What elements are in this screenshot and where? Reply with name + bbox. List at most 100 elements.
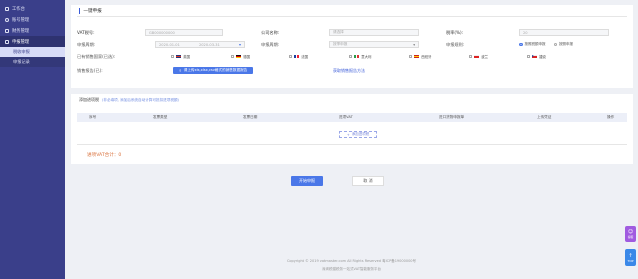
country-name: 波兰 xyxy=(481,55,488,59)
company-label: 公司名称: xyxy=(261,29,280,35)
rate-input[interactable]: 20 xyxy=(519,29,609,36)
sidebar-item-account[interactable]: 账号管理 xyxy=(0,14,65,25)
country-it[interactable]: 意大利 xyxy=(349,54,371,59)
calendar-icon: ▾ xyxy=(238,42,241,47)
czech-flag-icon xyxy=(532,54,538,59)
spain-flag-icon xyxy=(414,54,420,59)
input-tax-card: 添加进项税 (非必填项, 添加后系统自动计算可抵扣进项税额) 序号 发票类型 发… xyxy=(71,94,633,164)
france-flag-icon xyxy=(294,54,300,59)
data-label: 销售报告(已): xyxy=(77,67,103,73)
column-header[interactable]: 上传凭证 xyxy=(537,115,551,120)
company-value: 请选择 xyxy=(333,30,344,34)
checkbox[interactable] xyxy=(289,54,293,59)
country-name: 西班牙 xyxy=(421,55,432,59)
rate-row: 税率(%): 20 xyxy=(446,28,609,37)
country-name: 英国 xyxy=(183,55,190,59)
period-range[interactable]: 2020-01-01 2020-03-31 ▾ xyxy=(155,41,245,48)
download-report-link[interactable]: 获取销售报告方法 xyxy=(333,68,365,74)
declare-icon xyxy=(5,39,9,44)
sidebar-item-label: 账号管理 xyxy=(12,17,30,23)
checkbox[interactable] xyxy=(349,54,353,59)
cancel-button[interactable]: 取 消 xyxy=(352,176,384,186)
table-header: 序号 发票类型 发票日期 进项VAT 进口货物申报单 上传凭证 操作 xyxy=(77,113,627,122)
sidebar-item-workbench[interactable]: 工作台 xyxy=(0,3,65,14)
vat-total: 进项VAT合计：0 xyxy=(87,153,122,158)
countries-row: 已有销售国家(已选): xyxy=(77,52,115,61)
start-declare-button[interactable]: 开始申报 xyxy=(291,176,323,186)
sidebar-item-declare[interactable]: 申报管理 xyxy=(0,36,65,47)
rate-value: 20 xyxy=(523,30,528,35)
frequency-value: 按季申报 xyxy=(333,42,348,46)
plus-icon: + xyxy=(346,132,350,137)
customer-service-button[interactable]: ☺ 客服 xyxy=(625,226,636,242)
country-de[interactable]: 德国 xyxy=(231,54,250,59)
section-header: 一键申报 xyxy=(71,5,633,16)
add-input-tax-button[interactable]: + 添加进项税 xyxy=(339,131,377,138)
sidebar: 工作台 账号管理 财务管理 申报管理 税收申报 申报记录 xyxy=(0,0,65,279)
checkbox[interactable] xyxy=(171,54,175,59)
section-title: 一键申报 xyxy=(83,8,102,14)
country-name: 法国 xyxy=(301,55,308,59)
top-label: TOP xyxy=(627,258,634,263)
sidebar-subitem-tax-declare[interactable]: 税收申报 xyxy=(0,47,65,57)
germany-flag-icon xyxy=(236,54,242,59)
section-title: 添加进项税 xyxy=(79,97,99,102)
upload-report-button[interactable]: ⇪ 请上传xls,xlsx,csv格式的销售数据报告 xyxy=(173,67,253,74)
column-header[interactable]: 发票类型 xyxy=(153,115,167,120)
user-icon xyxy=(5,17,9,22)
section-hint: (非必填项, 添加后系统自动计算可抵扣进项税额) xyxy=(102,97,179,102)
period-label: 申报周期: xyxy=(77,41,96,47)
country-name: 意大利 xyxy=(361,55,372,59)
checkbox[interactable] xyxy=(469,54,473,59)
period-end: 2020-03-31 xyxy=(198,42,220,47)
back-to-top-button[interactable]: ↑ TOP xyxy=(625,249,636,266)
column-header[interactable]: 进项VAT xyxy=(339,115,353,120)
section-header: 添加进项税 (非必填项, 添加后系统自动计算可抵扣进项税额) xyxy=(71,94,633,106)
column-header[interactable]: 发票日期 xyxy=(243,115,257,120)
footer-copyright: Copyright © 2019 vatmaster.com All Right… xyxy=(286,259,417,263)
checkbox[interactable] xyxy=(409,54,413,59)
divider xyxy=(77,16,627,17)
declare-form-card: 一键申报 VAT税号: GB000000000 公司名称: 请选择 税率(%):… xyxy=(71,5,633,88)
method-option-2: 按照申报 xyxy=(559,42,573,46)
vat-row: VAT税号: GB000000000 xyxy=(77,28,223,37)
sidebar-subitem-declare-records[interactable]: 申报记录 xyxy=(0,57,65,67)
country-pl[interactable]: 波兰 xyxy=(469,54,488,59)
total-divider xyxy=(77,144,627,145)
country-fr[interactable]: 法国 xyxy=(289,54,308,59)
method-option-1: 按照税额申报 xyxy=(524,42,546,46)
wallet-icon xyxy=(5,28,9,33)
country-uk[interactable]: 英国 xyxy=(171,54,190,59)
method-label: 申报规则: xyxy=(446,41,465,47)
country-es[interactable]: 西班牙 xyxy=(409,54,431,59)
chevron-down-icon: ▾ xyxy=(413,42,415,47)
frequency-select[interactable]: 按季申报 ▾ xyxy=(329,41,419,48)
country-name: 德国 xyxy=(243,55,250,59)
country-cz[interactable]: 捷克 xyxy=(527,54,546,59)
service-label: 客服 xyxy=(627,235,634,239)
sidebar-item-label: 申报管理 xyxy=(12,39,30,45)
sidebar-item-finance[interactable]: 财务管理 xyxy=(0,25,65,36)
sidebar-subitem-label: 申报记录 xyxy=(13,59,30,64)
checkbox[interactable] xyxy=(231,54,235,59)
vat-input[interactable]: GB000000000 xyxy=(145,29,223,36)
main-area: 一键申报 VAT税号: GB000000000 公司名称: 请选择 税率(%):… xyxy=(65,0,638,279)
upload-button-label: 请上传xls,xlsx,csv格式的销售数据报告 xyxy=(183,68,248,72)
sidebar-subitem-label: 税收申报 xyxy=(13,49,30,54)
method-radio-2[interactable] xyxy=(553,42,557,47)
poland-flag-icon xyxy=(474,54,480,59)
upload-icon: ⇪ xyxy=(178,68,182,73)
column-header[interactable]: 进口货物申报单 xyxy=(439,115,464,120)
checkbox[interactable] xyxy=(527,54,531,59)
frequency-row: 申报周期: 按季申报 ▾ xyxy=(261,40,419,49)
uk-flag-icon xyxy=(176,54,182,59)
section-accent-bar xyxy=(79,7,81,14)
home-icon xyxy=(5,6,9,11)
method-radio-1[interactable] xyxy=(519,42,523,47)
add-button-label: 添加进项税 xyxy=(351,132,370,136)
data-row: 销售报告(已): ⇪ 请上传xls,xlsx,csv格式的销售数据报告 xyxy=(77,66,253,75)
vat-label: VAT税号: xyxy=(77,29,95,35)
frequency-label: 申报周期: xyxy=(261,41,280,47)
period-row: 申报周期: 2020-01-01 2020-03-31 ▾ xyxy=(77,40,245,49)
company-select[interactable]: 请选择 xyxy=(329,29,419,36)
